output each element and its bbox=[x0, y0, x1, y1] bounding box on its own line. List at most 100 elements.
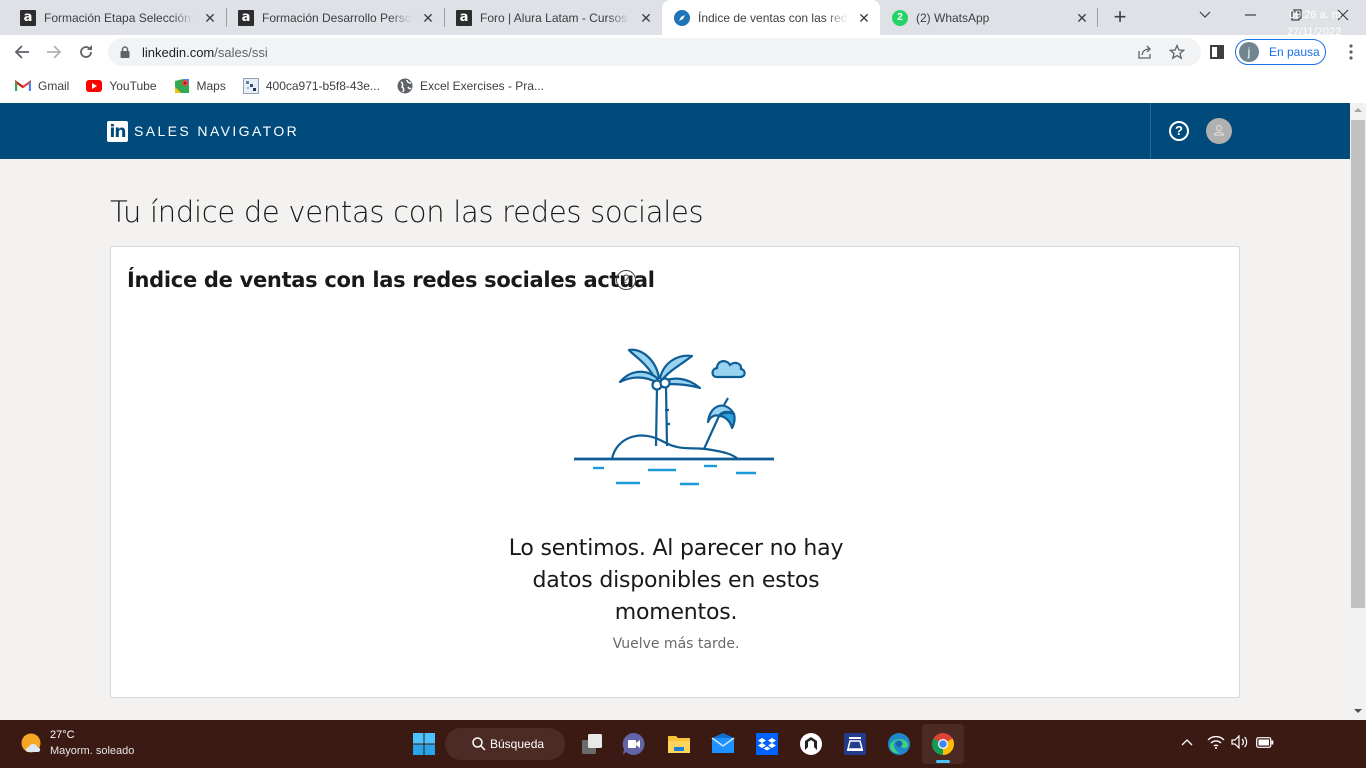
search-label: Búsqueda bbox=[490, 737, 545, 751]
tab-title: Formación Etapa Selección: G bbox=[44, 10, 194, 25]
bookmark-star-icon[interactable] bbox=[1168, 43, 1186, 62]
bookmark-label: 400ca971-b5f8-43e... bbox=[265, 79, 380, 93]
globe-icon bbox=[397, 78, 413, 94]
palm-tree-icon bbox=[618, 348, 702, 447]
bookmark-label: Excel Exercises - Pra... bbox=[419, 79, 544, 93]
tab-title: Índice de ventas con las rede bbox=[698, 10, 848, 25]
close-tab-icon[interactable]: ✕ bbox=[856, 10, 872, 26]
share-icon[interactable] bbox=[1136, 44, 1154, 62]
brand-name[interactable]: SALES NAVIGATOR bbox=[134, 123, 299, 139]
bookmarks-bar: Gmail YouTube Maps 400ca971-b5f8-43e... … bbox=[0, 69, 1366, 103]
active-app-indicator bbox=[936, 760, 950, 763]
windows-taskbar: 27°C Mayorm. soleado Búsqueda bbox=[0, 720, 1366, 768]
url-path: /sales/ssi bbox=[214, 45, 268, 60]
scroll-down-arrow-icon[interactable] bbox=[1354, 709, 1362, 713]
search-icon bbox=[472, 737, 486, 751]
close-tab-icon[interactable]: ✕ bbox=[1074, 10, 1090, 26]
reload-button[interactable] bbox=[73, 39, 99, 65]
whatsapp-icon: 2 bbox=[892, 9, 908, 26]
bookmark-excel-exercises[interactable]: Excel Exercises - Pra... bbox=[397, 78, 544, 94]
edge-browser-icon[interactable] bbox=[887, 732, 911, 756]
tab-formacion-etapa-seleccion[interactable]: a Formación Etapa Selección: G ✕ bbox=[0, 0, 226, 35]
tab-separator bbox=[1097, 8, 1098, 27]
minimize-button[interactable] bbox=[1228, 0, 1274, 30]
tab-search-button[interactable] bbox=[1182, 0, 1228, 30]
browser-toolbar: linkedin.com/sales/ssi j En pausa bbox=[0, 35, 1366, 69]
url-domain: linkedin.com bbox=[142, 45, 215, 60]
user-avatar[interactable] bbox=[1206, 118, 1232, 144]
alura-icon: a bbox=[238, 9, 254, 26]
address-bar[interactable]: linkedin.com/sales/ssi bbox=[108, 38, 1201, 66]
file-explorer-icon[interactable] bbox=[667, 732, 691, 756]
help-icon[interactable]: ? bbox=[616, 270, 636, 290]
bookmark-maps[interactable]: Maps bbox=[174, 78, 226, 94]
bookmark-label: Gmail bbox=[38, 79, 70, 93]
mail-icon[interactable] bbox=[711, 732, 735, 756]
clock-time[interactable]: 09:26 a. m. bbox=[1289, 9, 1344, 21]
more-menu-icon[interactable] bbox=[1349, 44, 1353, 60]
chrome-icon[interactable] bbox=[931, 732, 955, 756]
bookmark-label: Maps bbox=[196, 79, 226, 93]
bookmark-label: YouTube bbox=[109, 79, 157, 93]
scanner-app-icon[interactable] bbox=[843, 732, 867, 756]
side-panel-icon[interactable] bbox=[1210, 45, 1224, 59]
bookmark-image-file[interactable]: 400ca971-b5f8-43e... bbox=[242, 78, 380, 94]
close-tab-icon[interactable]: ✕ bbox=[420, 10, 436, 26]
clock-date[interactable]: 27/11/2022 bbox=[1287, 26, 1341, 38]
tab-whatsapp[interactable]: 2 (2) WhatsApp ✕ bbox=[880, 0, 1098, 35]
header-divider bbox=[1150, 103, 1151, 159]
teams-chat-icon[interactable] bbox=[622, 732, 646, 756]
tab-title: (2) WhatsApp bbox=[916, 10, 990, 25]
alura-icon: a bbox=[20, 9, 36, 26]
minimize-icon bbox=[1245, 14, 1256, 16]
arrow-left-icon bbox=[14, 45, 29, 59]
scrollbar-thumb[interactable] bbox=[1351, 120, 1365, 608]
empty-state-message: Lo sentimos. Al parecer no hay datos dis… bbox=[508, 536, 844, 625]
user-icon bbox=[1213, 124, 1225, 136]
forward-button[interactable] bbox=[41, 39, 67, 65]
volume-icon[interactable] bbox=[1231, 735, 1249, 749]
task-view-icon[interactable] bbox=[580, 732, 604, 756]
page-scrollbar[interactable] bbox=[1350, 103, 1366, 720]
maps-icon bbox=[174, 78, 190, 94]
alura-icon: a bbox=[456, 9, 472, 26]
image-file-icon bbox=[242, 78, 259, 94]
show-hidden-icons-chevron-up-icon[interactable] bbox=[1181, 738, 1193, 746]
profile-button[interactable]: j En pausa bbox=[1235, 39, 1326, 65]
battery-icon[interactable] bbox=[1256, 737, 1274, 748]
linkedin-logo[interactable]: in bbox=[107, 121, 128, 142]
close-tab-icon[interactable]: ✕ bbox=[202, 10, 218, 26]
chevron-down-icon bbox=[1199, 11, 1211, 18]
weather-description[interactable]: Mayorm. soleado bbox=[50, 745, 134, 757]
weather-partly-sunny-icon[interactable] bbox=[20, 732, 44, 756]
bookmark-gmail[interactable]: Gmail bbox=[15, 78, 69, 94]
scroll-up-arrow-icon[interactable] bbox=[1354, 108, 1362, 112]
app-launcher-icon[interactable] bbox=[799, 732, 823, 756]
new-tab-button[interactable]: + bbox=[1108, 5, 1132, 29]
tab-indice-de-ventas[interactable]: Índice de ventas con las rede ✕ bbox=[662, 0, 880, 35]
profile-status: En pausa bbox=[1269, 45, 1320, 59]
tab-formacion-desarrollo-personal[interactable]: a Formación Desarrollo Persona ✕ bbox=[226, 0, 444, 35]
weather-temperature[interactable]: 27°C bbox=[50, 729, 75, 741]
tab-title: Foro | Alura Latam - Cursos o bbox=[480, 10, 630, 25]
profile-avatar: j bbox=[1239, 42, 1259, 62]
dropbox-icon[interactable] bbox=[755, 732, 779, 756]
sales-navigator-header: in SALES NAVIGATOR ? bbox=[0, 103, 1350, 159]
windows-start-icon[interactable] bbox=[412, 732, 436, 756]
lock-icon[interactable] bbox=[120, 46, 130, 58]
beach-umbrella-icon bbox=[702, 397, 736, 450]
url-text[interactable]: linkedin.com/sales/ssi bbox=[142, 45, 268, 60]
help-icon[interactable]: ? bbox=[1169, 121, 1189, 141]
wifi-icon[interactable] bbox=[1207, 735, 1225, 749]
back-button[interactable] bbox=[9, 39, 35, 65]
tab-title: Formación Desarrollo Persona bbox=[262, 10, 412, 25]
close-tab-icon[interactable]: ✕ bbox=[638, 10, 654, 26]
youtube-icon bbox=[86, 78, 103, 94]
taskbar-search-button[interactable]: Búsqueda bbox=[445, 728, 565, 760]
island-shape bbox=[610, 434, 739, 460]
water-waves bbox=[593, 464, 756, 486]
tab-foro-alura[interactable]: a Foro | Alura Latam - Cursos o ✕ bbox=[444, 0, 662, 35]
sales-navigator-compass-icon bbox=[674, 9, 690, 26]
bookmark-youtube[interactable]: YouTube bbox=[86, 78, 157, 94]
arrow-right-icon bbox=[47, 45, 62, 59]
